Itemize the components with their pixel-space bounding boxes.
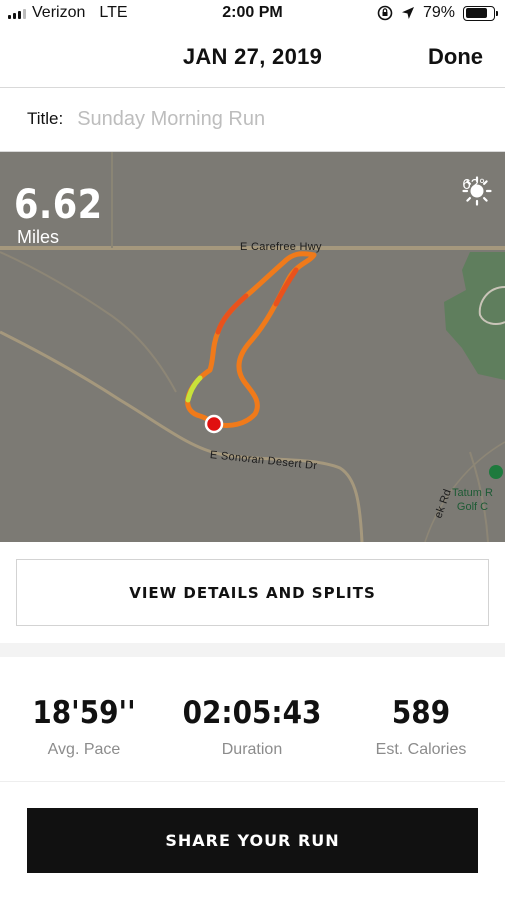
distance-value: 6.62	[14, 182, 103, 228]
stat-duration: 02:05:43 Duration	[168, 695, 336, 759]
stat-value: 18'59''	[32, 695, 136, 731]
road-diagonal	[0, 251, 177, 393]
start-marker	[204, 414, 224, 434]
nav-bar: JAN 27, 2019 Done	[0, 30, 505, 86]
section-separator	[0, 643, 505, 657]
title-row: Title:	[0, 88, 505, 150]
park-area	[444, 252, 505, 380]
stat-avg-pace: 18'59'' Avg. Pace	[0, 695, 168, 759]
location-arrow-icon	[401, 7, 414, 19]
run-stats: 18'59'' Avg. Pace 02:05:43 Duration 589 …	[0, 695, 505, 775]
share-run-button[interactable]: SHARE YOUR RUN	[27, 808, 478, 873]
battery-percent: 79%	[422, 4, 455, 21]
route-segment-fast	[215, 293, 249, 335]
stat-calories: 589 Est. Calories	[337, 695, 505, 759]
weather: 62°	[462, 176, 492, 206]
stat-value: 589	[391, 695, 451, 731]
sun-icon	[462, 176, 492, 206]
divider	[0, 781, 505, 782]
route-segment-fast	[273, 267, 299, 307]
stat-label: Duration	[221, 741, 283, 758]
title-label: Title:	[27, 109, 64, 128]
road-sonoran-desert	[0, 330, 364, 542]
view-details-button[interactable]: VIEW DETAILS AND SPLITS	[16, 559, 489, 626]
route-map[interactable]: 6.62 Miles 62° E Carefree Hwy E Sonoran …	[0, 152, 505, 542]
battery-icon	[463, 5, 498, 21]
route-segment-slow	[185, 375, 203, 403]
status-right: 79%	[377, 4, 498, 22]
distance-unit: Miles	[17, 227, 60, 247]
battery-fill	[465, 8, 487, 18]
golf-course-icon	[489, 465, 503, 479]
stat-value: 02:05:43	[182, 695, 322, 731]
stat-label: Avg. Pace	[47, 741, 121, 758]
title-input[interactable]	[77, 107, 458, 131]
rotation-lock-icon	[377, 5, 393, 21]
stat-label: Est. Calories	[375, 741, 467, 758]
road-label-north: E Carefree Hwy	[240, 241, 322, 253]
done-button[interactable]: Done	[428, 44, 483, 70]
place-label-golf: Tatum R Golf C	[452, 487, 493, 513]
route-path	[185, 251, 317, 429]
status-bar: Verizon LTE 2:00 PM 79%	[0, 0, 505, 30]
